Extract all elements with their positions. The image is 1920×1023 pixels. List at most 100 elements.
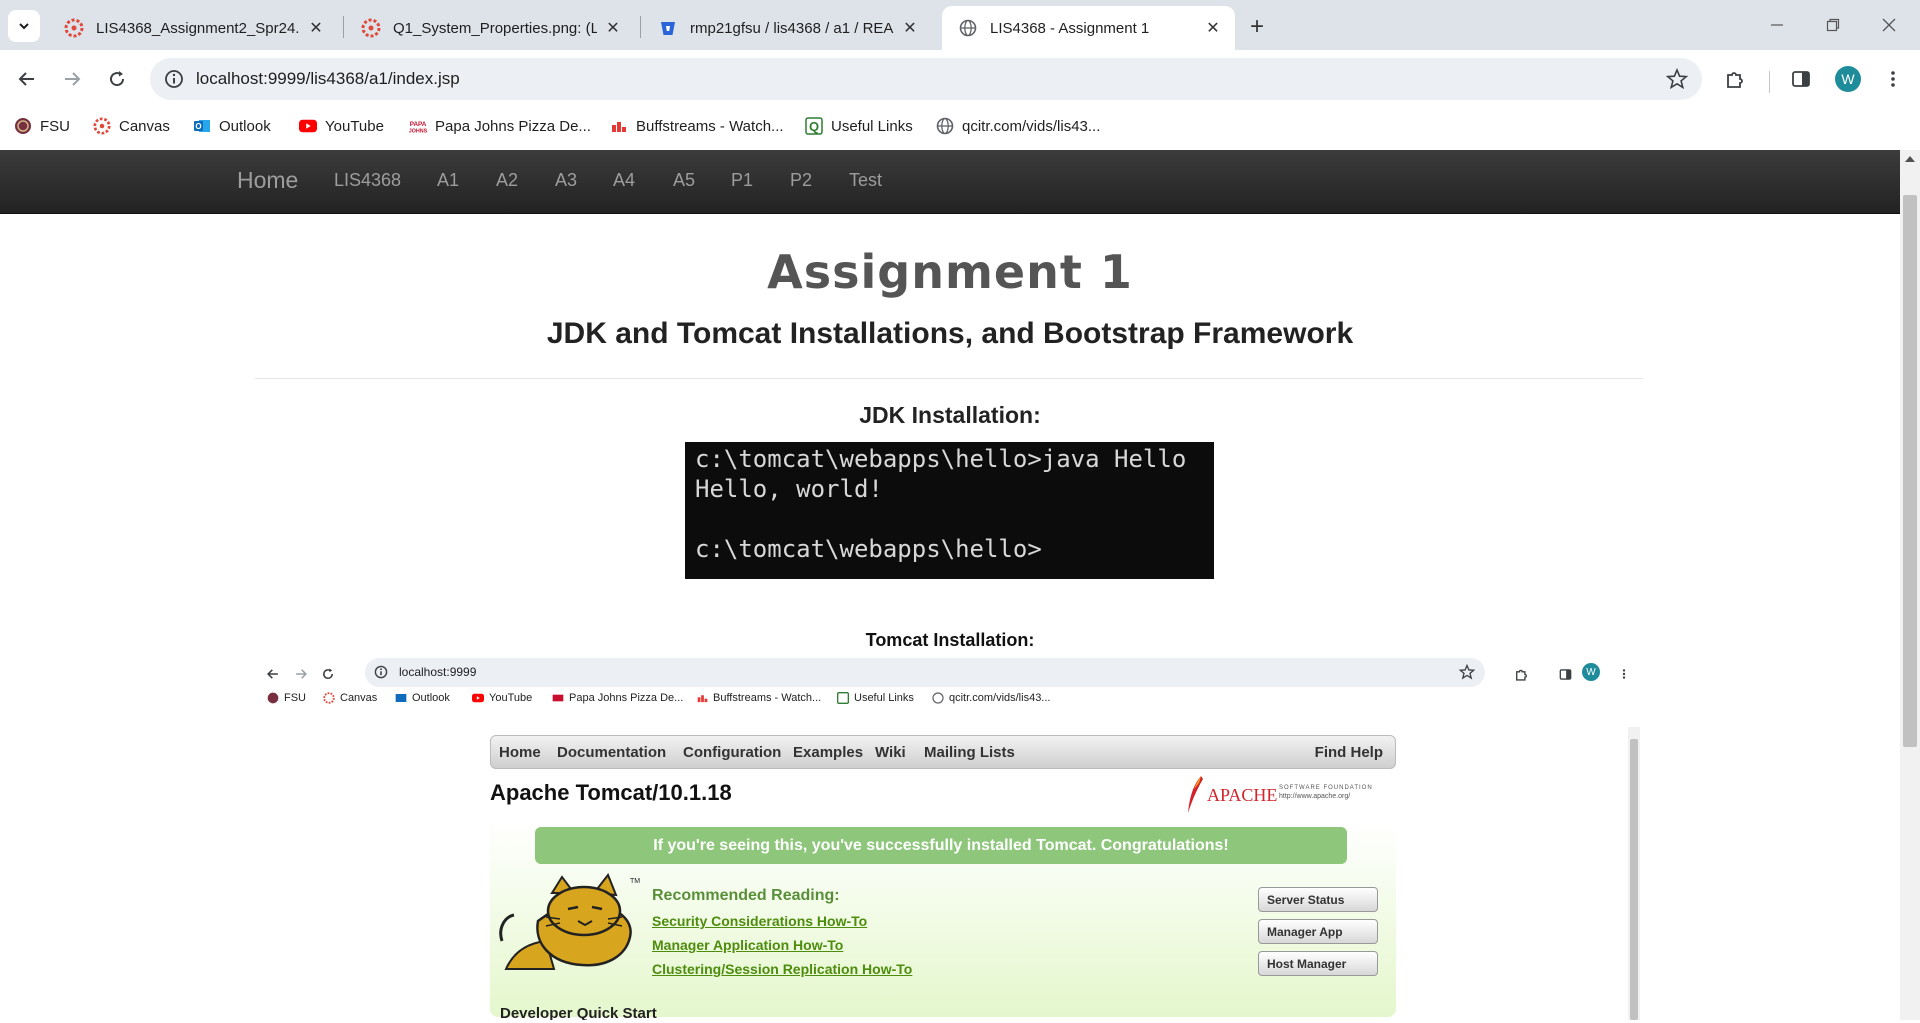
nav-item-p2[interactable]: P2: [790, 170, 812, 191]
jdk-terminal-screenshot: c:\tomcat\webapps\hello>java Hello Hello,…: [685, 442, 1214, 579]
restore-icon[interactable]: [1819, 12, 1847, 38]
address-bar[interactable]: localhost:9999/lis4368/a1/index.jsp: [150, 58, 1702, 100]
screenshot-bookmark: qcitr.com/vids/lis43...: [932, 692, 1050, 704]
bookmark-buffstreams[interactable]: Buffstreams - Watch...: [610, 117, 784, 135]
tab-title: LIS4368_Assignment2_Spr24.pdf: [96, 19, 300, 37]
tab-title: rmp21gfsu / lis4368 / a1 / README: [690, 19, 894, 37]
bookmark-qcitr[interactable]: qcitr.com/vids/lis43...: [936, 117, 1100, 135]
youtube-icon: [299, 117, 317, 135]
nav-item-a4[interactable]: A4: [613, 170, 635, 191]
back-button[interactable]: [12, 64, 42, 94]
tomcat-cat-logo: TM: [499, 873, 640, 970]
bookmark-label: Outlook: [412, 692, 450, 704]
forward-button[interactable]: [57, 64, 87, 94]
useful-links-icon: Q: [805, 117, 823, 135]
screenshot-bookmark: Buffstreams - Watch...: [696, 692, 821, 704]
tab-bitbucket-readme[interactable]: rmp21gfsu / lis4368 / a1 / README ✕: [642, 6, 932, 50]
scroll-up-arrow-icon[interactable]: [1905, 156, 1915, 162]
terminal-line: c:\tomcat\webapps\hello>java Hello: [695, 445, 1187, 473]
puzzle-icon: [1727, 72, 1743, 88]
bookmark-star-icon[interactable]: [1666, 68, 1688, 90]
bookmark-outlook[interactable]: O Outlook: [193, 117, 271, 135]
bookmark-label: qcitr.com/vids/lis43...: [962, 117, 1101, 135]
bitbucket-icon: [658, 18, 678, 38]
screenshot-bookmark: Outlook: [395, 692, 450, 704]
fsu-seal-icon: [14, 117, 32, 135]
svg-text:PAPA: PAPA: [410, 121, 427, 128]
bookmark-label: YouTube: [325, 117, 384, 135]
terminal-line: Hello, world!: [695, 475, 883, 503]
chevron-down-icon: [19, 23, 29, 30]
reload-button[interactable]: [102, 64, 132, 94]
bookmark-label: Buffstreams - Watch...: [636, 117, 784, 135]
bookmark-canvas[interactable]: Canvas: [93, 117, 170, 135]
nav-item-a5[interactable]: A5: [673, 170, 695, 191]
tomcat-menu-bar: Home Documentation Configuration Example…: [490, 735, 1396, 769]
side-panel-icon: [1555, 664, 1575, 684]
close-icon[interactable]: ✕: [1203, 18, 1223, 38]
window-close-icon[interactable]: [1875, 12, 1903, 38]
close-icon[interactable]: ✕: [603, 18, 623, 38]
screenshot-bookmark: FSU: [267, 692, 306, 704]
tomcat-menu-item: Wiki: [875, 744, 906, 761]
tomcat-success-banner: If you're seeing this, you've successful…: [535, 827, 1347, 864]
tab-lis4368-assignment1[interactable]: LIS4368 - Assignment 1 ✕: [942, 6, 1235, 50]
scroll-thumb[interactable]: [1903, 195, 1917, 747]
youtube-icon: [472, 692, 484, 704]
profile-avatar[interactable]: W: [1835, 66, 1861, 92]
screenshot-bookmark: YouTube: [472, 692, 532, 704]
globe-icon: [936, 117, 954, 135]
host-manager-button: Host Manager: [1258, 951, 1378, 976]
nav-item-a1[interactable]: A1: [437, 170, 459, 191]
tab-divider: [640, 16, 641, 38]
tomcat-find-help: Find Help: [1314, 744, 1383, 761]
toolbar-divider: [1769, 71, 1770, 93]
nav-item-p1[interactable]: P1: [731, 170, 753, 191]
close-icon[interactable]: ✕: [306, 18, 326, 38]
tab-assignment2-pdf[interactable]: LIS4368_Assignment2_Spr24.pdf ✕: [48, 6, 338, 50]
bookmark-useful-links[interactable]: Q Useful Links: [805, 117, 913, 135]
tomcat-menu-item: Documentation: [557, 744, 667, 761]
site-navbar: Home LIS4368 A1 A2 A3 A4 A5 P1 P2 Test: [0, 150, 1900, 214]
tomcat-welcome-panel: If you're seeing this, you've successful…: [490, 821, 1396, 1017]
nav-item-test[interactable]: Test: [849, 170, 882, 191]
bookmark-papa-johns[interactable]: PAPA JOHNS Papa Johns Pizza De...: [409, 117, 591, 135]
papa-johns-icon: [552, 692, 564, 704]
screenshot-avatar: W: [1582, 663, 1600, 681]
tomcat-screenshot: localhost:9999 W FSU Canvas Outlook YouT…: [255, 655, 1643, 1020]
bookmark-fsu[interactable]: FSU: [14, 117, 70, 135]
tab-q1-system-properties[interactable]: Q1_System_Properties.png: (LIS ✕: [345, 6, 635, 50]
page-subtitle: JDK and Tomcat Installations, and Bootst…: [546, 317, 1354, 350]
site-info-icon[interactable]: [164, 69, 184, 89]
menu-button[interactable]: [1878, 64, 1908, 94]
minimize-icon[interactable]: [1763, 12, 1791, 38]
nav-item-a2[interactable]: A2: [496, 170, 518, 191]
security-howto-link: Security Considerations How-To: [652, 913, 868, 929]
reload-icon: [110, 71, 125, 87]
svg-text:Q: Q: [809, 119, 819, 134]
canvas-icon: [93, 117, 111, 135]
nav-item-a3[interactable]: A3: [555, 170, 577, 191]
bookmark-label: Papa Johns Pizza De...: [435, 117, 591, 135]
bookmark-label: Canvas: [119, 117, 170, 135]
tab-search-button[interactable]: [8, 10, 40, 42]
bookmark-youtube[interactable]: YouTube: [299, 117, 384, 135]
screenshot-scrollbar: [1628, 727, 1640, 1020]
side-panel-button[interactable]: [1786, 64, 1816, 94]
useful-links-icon: [837, 692, 849, 704]
url-text[interactable]: localhost:9999/lis4368/a1/index.jsp: [196, 69, 460, 89]
screenshot-bookmark: Canvas: [323, 692, 377, 704]
close-icon[interactable]: ✕: [900, 18, 920, 38]
extensions-button[interactable]: [1720, 64, 1750, 94]
outlook-icon: [395, 692, 407, 704]
screenshot-bookmark: Papa Johns Pizza De...: [552, 692, 683, 704]
nav-item-lis4368[interactable]: LIS4368: [334, 170, 401, 191]
page-scrollbar[interactable]: [1900, 150, 1920, 1020]
recommended-reading-heading: Recommended Reading:: [652, 887, 840, 904]
new-tab-button[interactable]: +: [1243, 13, 1271, 41]
apache-feather-icon: [1188, 776, 1203, 813]
canvas-icon: [323, 692, 335, 704]
bookmark-label: Outlook: [219, 117, 271, 135]
nav-brand-home[interactable]: Home: [237, 167, 298, 194]
